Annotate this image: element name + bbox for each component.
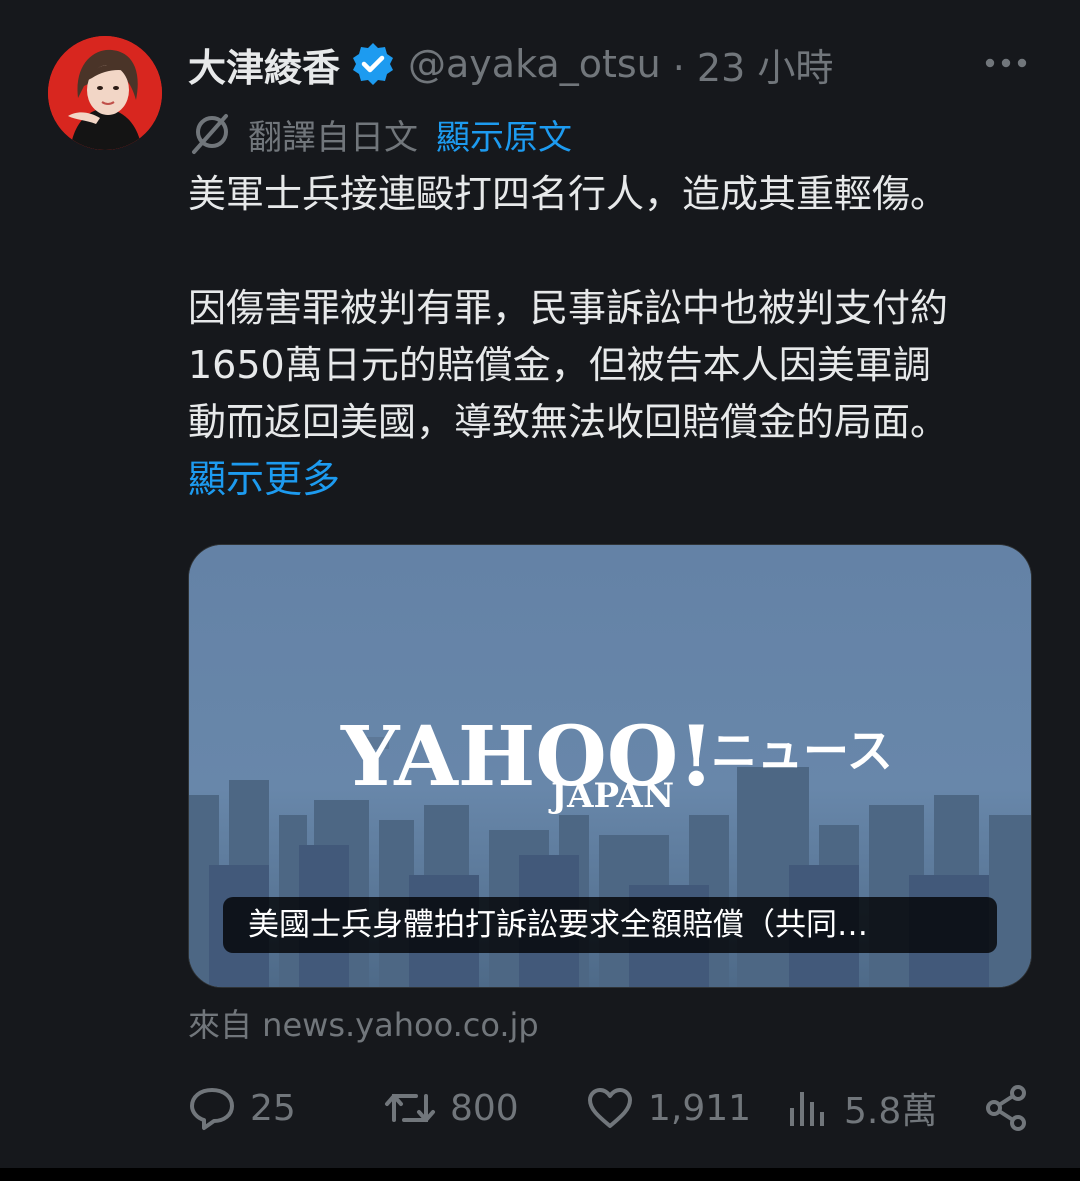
show-original-link[interactable]: 顯示原文	[436, 110, 572, 159]
share-button[interactable]	[984, 1080, 1044, 1136]
avatar-image	[48, 36, 162, 150]
verified-badge-icon[interactable]	[350, 41, 396, 87]
like-button[interactable]: 1,911	[586, 1080, 751, 1136]
views-button[interactable]: 5.8萬	[786, 1080, 937, 1136]
translation-row: 翻譯自日文 顯示原文	[188, 110, 572, 158]
link-preview-card[interactable]: YAHOO! JAPAN ニュース 美國士兵身體拍打訴訟要求全額賠償（共同…	[188, 544, 1032, 988]
repost-count: 800	[450, 1087, 519, 1129]
action-bar: 25 800 1,911 5.8萬	[188, 1080, 1038, 1136]
like-count: 1,911	[648, 1087, 752, 1129]
card-title[interactable]: 美國士兵身體拍打訴訟要求全額賠償（共同…	[223, 897, 997, 953]
translate-icon	[192, 114, 228, 154]
repost-icon	[385, 1094, 435, 1122]
yahoo-logo-sub: JAPAN	[548, 776, 674, 816]
heart-icon	[588, 1088, 632, 1128]
translated-from-label: 翻譯自日文	[248, 117, 418, 158]
more-options-icon[interactable]	[984, 48, 1028, 78]
view-count: 5.8萬	[844, 1091, 938, 1132]
tweet-header: 大津綾香 @ayaka_otsu · 23 小時	[188, 38, 833, 90]
tweet-text: 美軍士兵接連毆打四名行人，造成其重輕傷。 因傷害罪被判有罪，民事訴訟中也被判支付…	[188, 166, 1048, 508]
views-chart-icon	[790, 1092, 824, 1126]
repost-button[interactable]: 800	[384, 1080, 519, 1136]
author-handle[interactable]: @ayaka_otsu	[408, 42, 661, 86]
reply-icon	[190, 1088, 234, 1130]
tweet-timestamp[interactable]: · 23 小時	[673, 37, 834, 92]
reply-button[interactable]: 25	[188, 1080, 296, 1136]
show-more-link[interactable]: 顯示更多	[188, 451, 1048, 508]
share-icon	[986, 1085, 1026, 1131]
tweet-paragraph-2-line-1: 因傷害罪被判有罪，民事訴訟中也被判支付約	[188, 286, 949, 330]
tweet[interactable]: 大津綾香 @ayaka_otsu · 23 小時 翻譯自日文 顯示原文 美軍士兵…	[0, 0, 1080, 1168]
author-name[interactable]: 大津綾香	[188, 37, 340, 92]
reply-count: 25	[250, 1087, 296, 1129]
tweet-paragraph-1: 美軍士兵接連毆打四名行人，造成其重輕傷。	[188, 172, 949, 216]
tweet-paragraph-2-line-3: 動而返回美國，導致無法收回賠償金的局面。	[188, 400, 949, 444]
card-source[interactable]: 來自 news.yahoo.co.jp	[188, 1000, 539, 1046]
avatar[interactable]	[48, 36, 162, 150]
yahoo-logo-news: ニュース	[711, 724, 893, 778]
tweet-paragraph-2-line-2: 1650萬日元的賠償金，但被告本人因美軍調	[188, 343, 931, 387]
